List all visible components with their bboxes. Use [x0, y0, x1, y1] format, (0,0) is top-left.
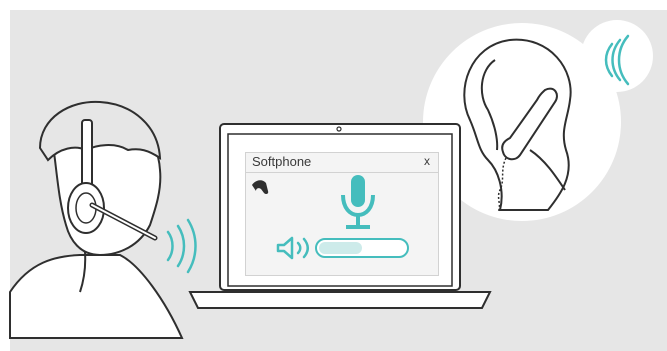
volume-slider-fill — [319, 242, 362, 254]
microphone-icon[interactable] — [341, 175, 375, 229]
speaker-volume-icon[interactable] — [276, 236, 309, 260]
softphone-content — [252, 175, 409, 260]
phone-handset-icon[interactable] — [252, 180, 269, 195]
softphone-window[interactable]: Softphone x — [245, 152, 439, 276]
volume-slider[interactable] — [315, 238, 409, 258]
